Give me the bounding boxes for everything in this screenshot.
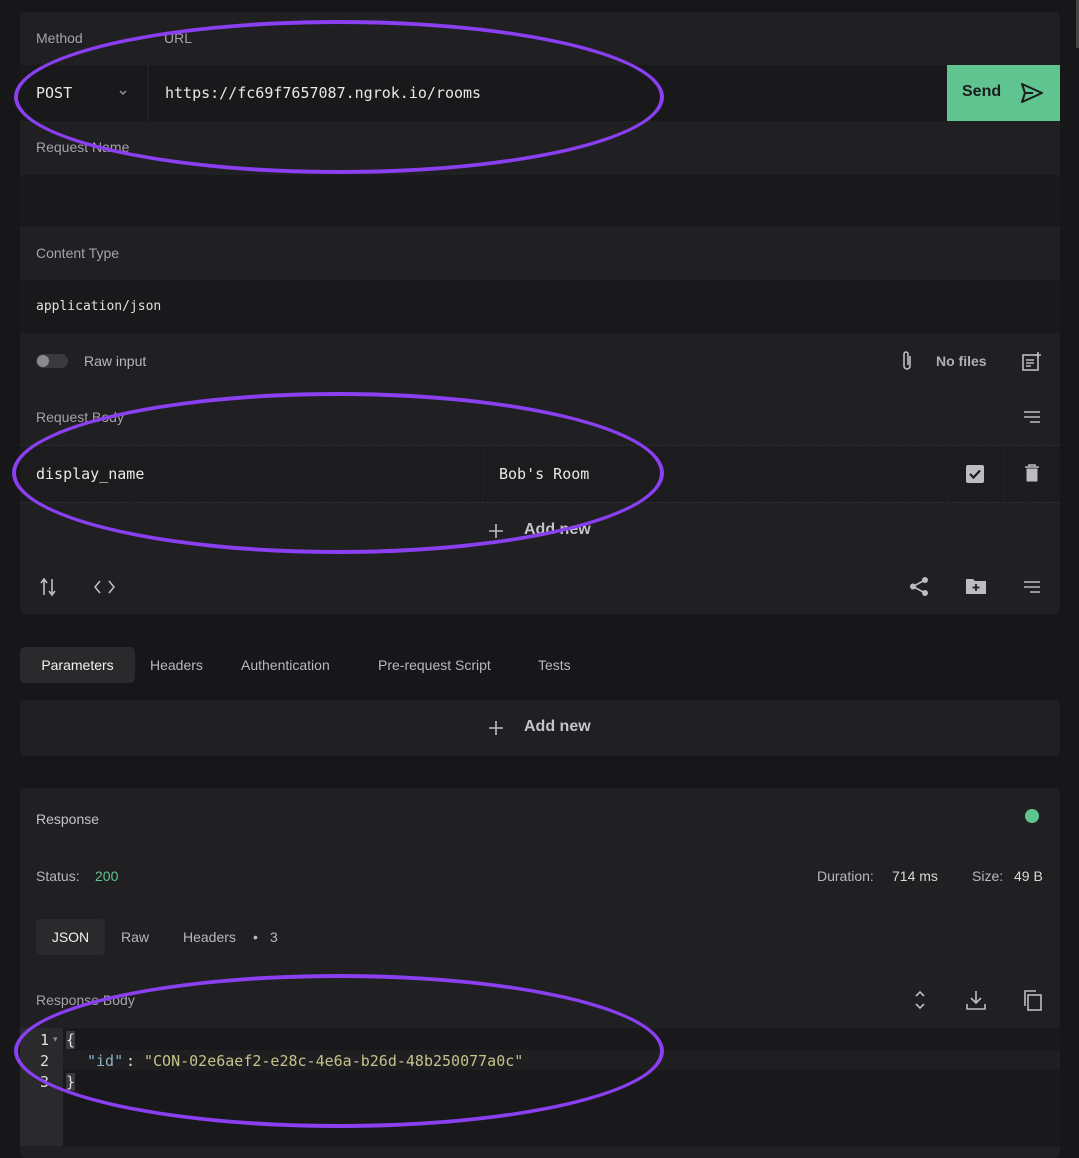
add-new-label: Add new [524, 521, 591, 538]
method-select[interactable]: POST [20, 65, 147, 121]
body-row-bottom-divider [20, 502, 1060, 503]
content-type-value: application/json [36, 299, 162, 314]
method-label: Method [36, 30, 83, 46]
request-name-label: Request Name [36, 139, 130, 155]
request-body-label: Request Body [36, 409, 124, 425]
copy-icon[interactable] [1022, 989, 1042, 1011]
body-key-input[interactable]: display_name [20, 446, 483, 502]
content-type-label: Content Type [36, 245, 120, 261]
body-key-value: display_name [36, 465, 145, 483]
code-open-brace: { [66, 1031, 76, 1049]
response-body-label: Response Body [36, 992, 135, 1008]
checkbox-icon[interactable] [965, 464, 985, 484]
align-icon[interactable] [1023, 410, 1041, 424]
add-folder-icon[interactable] [965, 577, 987, 595]
code-close-brace: } [66, 1073, 76, 1091]
code-colon: : [126, 1052, 136, 1070]
plus-icon [489, 721, 503, 735]
url-label: URL [164, 30, 193, 46]
size-value: 49 B [1014, 868, 1043, 884]
url-input[interactable]: https://fc69f7657087.ngrok.io/rooms [149, 65, 947, 121]
body-value-value: Bob's Room [499, 465, 590, 483]
status-value: 200 [95, 868, 119, 884]
line-number-2: 2 [40, 1052, 50, 1070]
line-number-3: 3 [40, 1073, 50, 1091]
raw-input-toggle[interactable] [36, 354, 68, 368]
share-icon[interactable] [909, 576, 930, 597]
tab-headers[interactable]: Headers [150, 657, 203, 673]
tab-pre-request-script[interactable]: Pre-request Script [378, 657, 491, 673]
headers-count-separator: • [253, 929, 258, 945]
content-type-input[interactable]: application/json [20, 280, 1060, 333]
tab-authentication[interactable]: Authentication [241, 657, 330, 673]
toggle-knob [37, 355, 49, 367]
status-dot-icon [1025, 809, 1039, 823]
trash-icon[interactable] [1025, 464, 1039, 482]
code-icon[interactable] [94, 580, 115, 594]
download-icon[interactable] [966, 990, 986, 1010]
size-label: Size: [972, 868, 1004, 884]
code-json-string: "CON-02e6aef2-e28c-4e6a-b26d-48b250077a0… [144, 1052, 524, 1070]
fold-chevron-icon[interactable]: ▾ [53, 1034, 58, 1045]
duration-label: Duration: [817, 868, 874, 884]
headers-count: 3 [270, 929, 278, 945]
send-label: Send [962, 83, 1002, 100]
response-code-area[interactable] [63, 1028, 1060, 1146]
duration-value: 714 ms [892, 868, 938, 884]
chevron-down-icon [119, 90, 127, 95]
align-icon-bottom[interactable] [1023, 580, 1041, 594]
response-tab-raw[interactable]: Raw [121, 929, 149, 945]
no-files-label: No files [936, 353, 987, 369]
send-button[interactable]: Send [947, 65, 1060, 121]
url-value: https://fc69f7657087.ngrok.io/rooms [165, 84, 482, 102]
response-tab-json[interactable]: JSON [36, 919, 105, 955]
method-value: POST [36, 84, 73, 102]
add-new-body-button[interactable]: Add new [486, 519, 606, 543]
expand-icon[interactable] [914, 990, 926, 1010]
add-note-icon[interactable] [1022, 351, 1042, 371]
send-icon [1021, 83, 1043, 103]
raw-input-label: Raw input [84, 353, 147, 369]
response-title: Response [36, 811, 100, 827]
paperclip-icon[interactable] [900, 350, 914, 372]
sort-icon[interactable] [40, 577, 56, 597]
add-new-label: Add new [524, 718, 591, 735]
line-number-1: 1 [40, 1031, 50, 1049]
add-new-parameter-button[interactable]: Add new [486, 716, 606, 740]
tab-parameters[interactable]: Parameters [20, 647, 135, 683]
plus-icon [489, 524, 503, 538]
tab-tests[interactable]: Tests [538, 657, 571, 673]
request-name-input[interactable] [20, 175, 1060, 226]
status-label: Status: [36, 868, 80, 884]
code-json-key: "id" [87, 1052, 124, 1070]
body-value-input[interactable]: Bob's Room [484, 446, 946, 502]
response-tab-headers[interactable]: Headers [183, 929, 236, 945]
